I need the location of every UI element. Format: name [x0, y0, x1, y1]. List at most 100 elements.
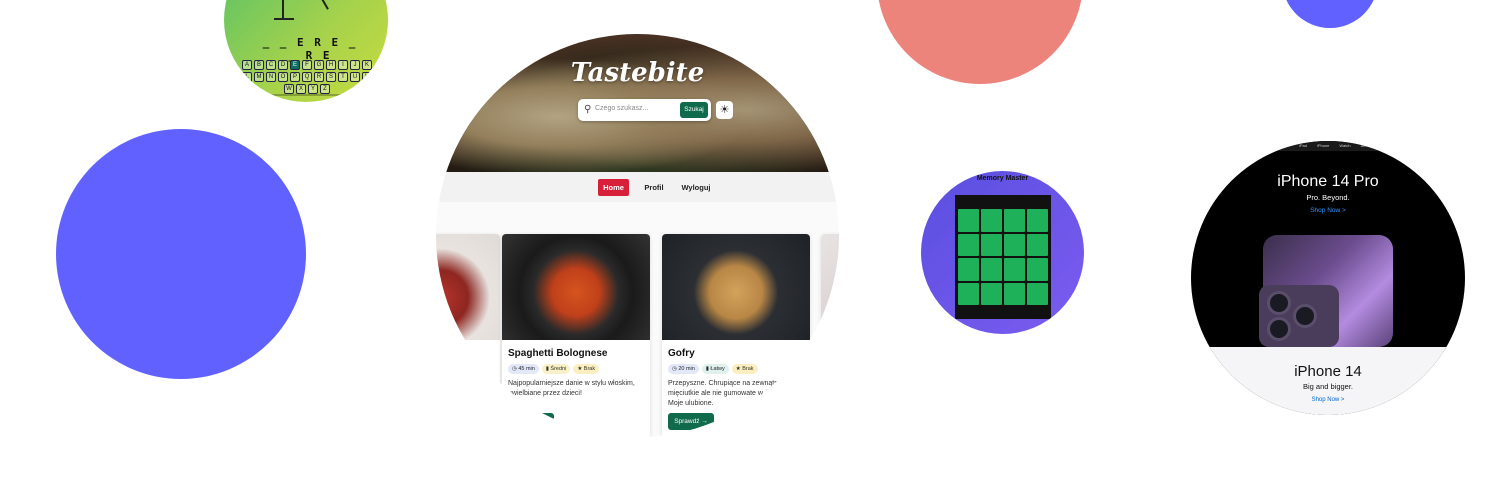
gallows-base	[274, 18, 294, 20]
memory-card-tile[interactable]	[958, 258, 979, 281]
recipe-title: Gofry	[668, 348, 695, 359]
time-badge: ◷ 20 min	[668, 364, 699, 374]
game-board	[955, 195, 1051, 319]
memory-card-tile[interactable]	[1027, 282, 1048, 305]
memory-card-tile[interactable]	[1004, 258, 1025, 281]
letter-key[interactable]: A	[242, 60, 252, 70]
sun-icon[interactable]: ☀	[716, 101, 733, 119]
memory-card-tile[interactable]	[1027, 258, 1048, 281]
recipe-description: Przepyszne. Chrupiące na zewnątrz i mięc…	[668, 380, 788, 407]
recipe-card-partial-right[interactable]	[821, 234, 839, 437]
game-status-bar	[957, 197, 1049, 206]
hero-subtitle: Pro. Beyond.	[1306, 193, 1350, 202]
memory-master-project-preview[interactable]: Memory Master	[921, 171, 1084, 334]
letter-key[interactable]: M	[254, 72, 264, 82]
shop-now-link-2[interactable]: Shop Now >	[1191, 397, 1465, 403]
global-nav-item[interactable]: iPad	[1299, 141, 1307, 151]
letter-key[interactable]: F	[302, 60, 312, 70]
search-bar[interactable]: ⚲ Czego szukasz... Szukaj	[578, 99, 711, 121]
letter-key[interactable]: T	[338, 72, 348, 82]
memory-card-tile[interactable]	[981, 258, 1002, 281]
recipe-badges: ◷ 20 min ▮ Łatwy ★ Brak	[668, 364, 758, 374]
letter-key[interactable]: K	[362, 60, 372, 70]
tastebite-logo: Tastebite	[570, 58, 705, 88]
diet-badge: ★ Brak	[731, 364, 758, 374]
memory-card-tile[interactable]	[1004, 233, 1025, 256]
letter-key[interactable]: J	[350, 60, 360, 70]
letter-key[interactable]: N	[266, 72, 276, 82]
shop-now-link[interactable]: Shop Now >	[1191, 207, 1465, 214]
memory-card-tile[interactable]	[981, 233, 1002, 256]
memory-card-tile[interactable]	[958, 282, 979, 305]
apple-iphone-project-preview[interactable]: Mac iPad iPhone Watch AirPods iPhone 14 Pro …	[1191, 141, 1465, 415]
search-button[interactable]: Szukaj	[680, 102, 708, 118]
letter-key[interactable]: B	[254, 60, 264, 70]
nav-profile[interactable]: Profil	[641, 179, 667, 196]
check-recipe-button[interactable]: Sprawdź →	[508, 413, 554, 430]
memory-card-tile[interactable]	[958, 233, 979, 256]
decor-circle-blue-small	[1282, 0, 1378, 28]
memory-card-tile[interactable]	[1027, 233, 1048, 256]
letter-key[interactable]: C	[266, 60, 276, 70]
recipe-title: Spaghetti Bolognese	[508, 348, 608, 359]
letter-key[interactable]: L	[242, 72, 252, 82]
recipe-card[interactable]: Spaghetti Bolognese ◷ 45 min ▮ Średni ★ …	[502, 234, 650, 437]
camera-lens	[1267, 291, 1291, 315]
global-nav-item[interactable]: iPhone	[1317, 141, 1329, 151]
search-input[interactable]: Czego szukasz...	[595, 105, 648, 112]
letter-key[interactable]: E	[290, 60, 300, 70]
memory-card-tile[interactable]	[1004, 282, 1025, 305]
hangman-project-preview[interactable]: _ _ E R E _ _ R E ABCDEFGHIJK LMNOPQRSTUV…	[224, 0, 388, 102]
global-nav: Mac iPad iPhone Watch AirPods	[1191, 141, 1465, 151]
recipe-card[interactable]: Gofry ◷ 20 min ▮ Łatwy ★ Brak Przepyszne…	[662, 234, 810, 437]
memory-card-tile[interactable]	[981, 282, 1002, 305]
nav-logout[interactable]: Wyloguj	[681, 179, 711, 196]
recipe-card-partial-left[interactable]	[436, 234, 500, 437]
nav-home[interactable]: Home	[598, 179, 629, 196]
second-section	[1191, 347, 1465, 415]
card-grid	[958, 209, 1048, 305]
second-subtitle: Big and bigger.	[1302, 382, 1354, 391]
iphone-back-image	[1259, 285, 1339, 347]
letter-key[interactable]: S	[326, 72, 336, 82]
check-recipe-button[interactable]: Sprawdź →	[668, 413, 714, 430]
difficulty-badge: ▮ Łatwy	[701, 364, 729, 374]
decor-circle-blue-large	[56, 129, 306, 379]
letter-key[interactable]: G	[314, 60, 324, 70]
second-title: iPhone 14	[1294, 363, 1362, 380]
time-badge: ◷ 45 min	[508, 364, 539, 374]
hero-title: iPhone 14 Pro	[1277, 173, 1379, 190]
letter-key[interactable]: U	[350, 72, 360, 82]
gallows-post	[282, 0, 284, 20]
letter-key[interactable]: D	[278, 60, 288, 70]
gallows-rope	[321, 0, 329, 10]
camera-lens	[1293, 304, 1317, 328]
letter-key[interactable]: X	[296, 84, 306, 94]
letter-key[interactable]: H	[326, 60, 336, 70]
memory-card-tile[interactable]	[1004, 209, 1025, 232]
decor-circle-coral	[877, 0, 1083, 84]
camera-lens	[1267, 317, 1291, 341]
letter-keyboard: ABCDEFGHIJK LMNOPQRSTUV WXYZ	[238, 60, 376, 94]
memory-card-tile[interactable]	[958, 209, 979, 232]
global-nav-item[interactable]: AirPods	[1361, 141, 1375, 151]
search-icon: ⚲	[584, 104, 592, 115]
letter-key[interactable]: W	[284, 84, 294, 94]
recipe-image	[436, 234, 500, 340]
tastebite-project-preview[interactable]: Tastebite ⚲ Czego szukasz... Szukaj ☀ Ho…	[436, 34, 839, 437]
global-nav-item[interactable]: Watch	[1339, 141, 1350, 151]
memory-card-tile[interactable]	[981, 209, 1002, 232]
recipe-image-waffles	[662, 234, 810, 340]
letter-key[interactable]: R	[314, 72, 324, 82]
memory-card-tile[interactable]	[1027, 209, 1048, 232]
diet-badge: ★ Brak	[573, 364, 600, 374]
letter-key[interactable]: O	[278, 72, 288, 82]
letter-key[interactable]: I	[338, 60, 348, 70]
letter-key[interactable]: P	[290, 72, 300, 82]
global-nav-item[interactable]: Mac	[1281, 141, 1289, 151]
letter-key[interactable]: Y	[308, 84, 318, 94]
letter-key[interactable]: Z	[320, 84, 330, 94]
recipe-badges: ◷ 45 min ▮ Średni ★ Brak	[508, 364, 600, 374]
letter-key[interactable]: V	[362, 72, 372, 82]
letter-key[interactable]: Q	[302, 72, 312, 82]
